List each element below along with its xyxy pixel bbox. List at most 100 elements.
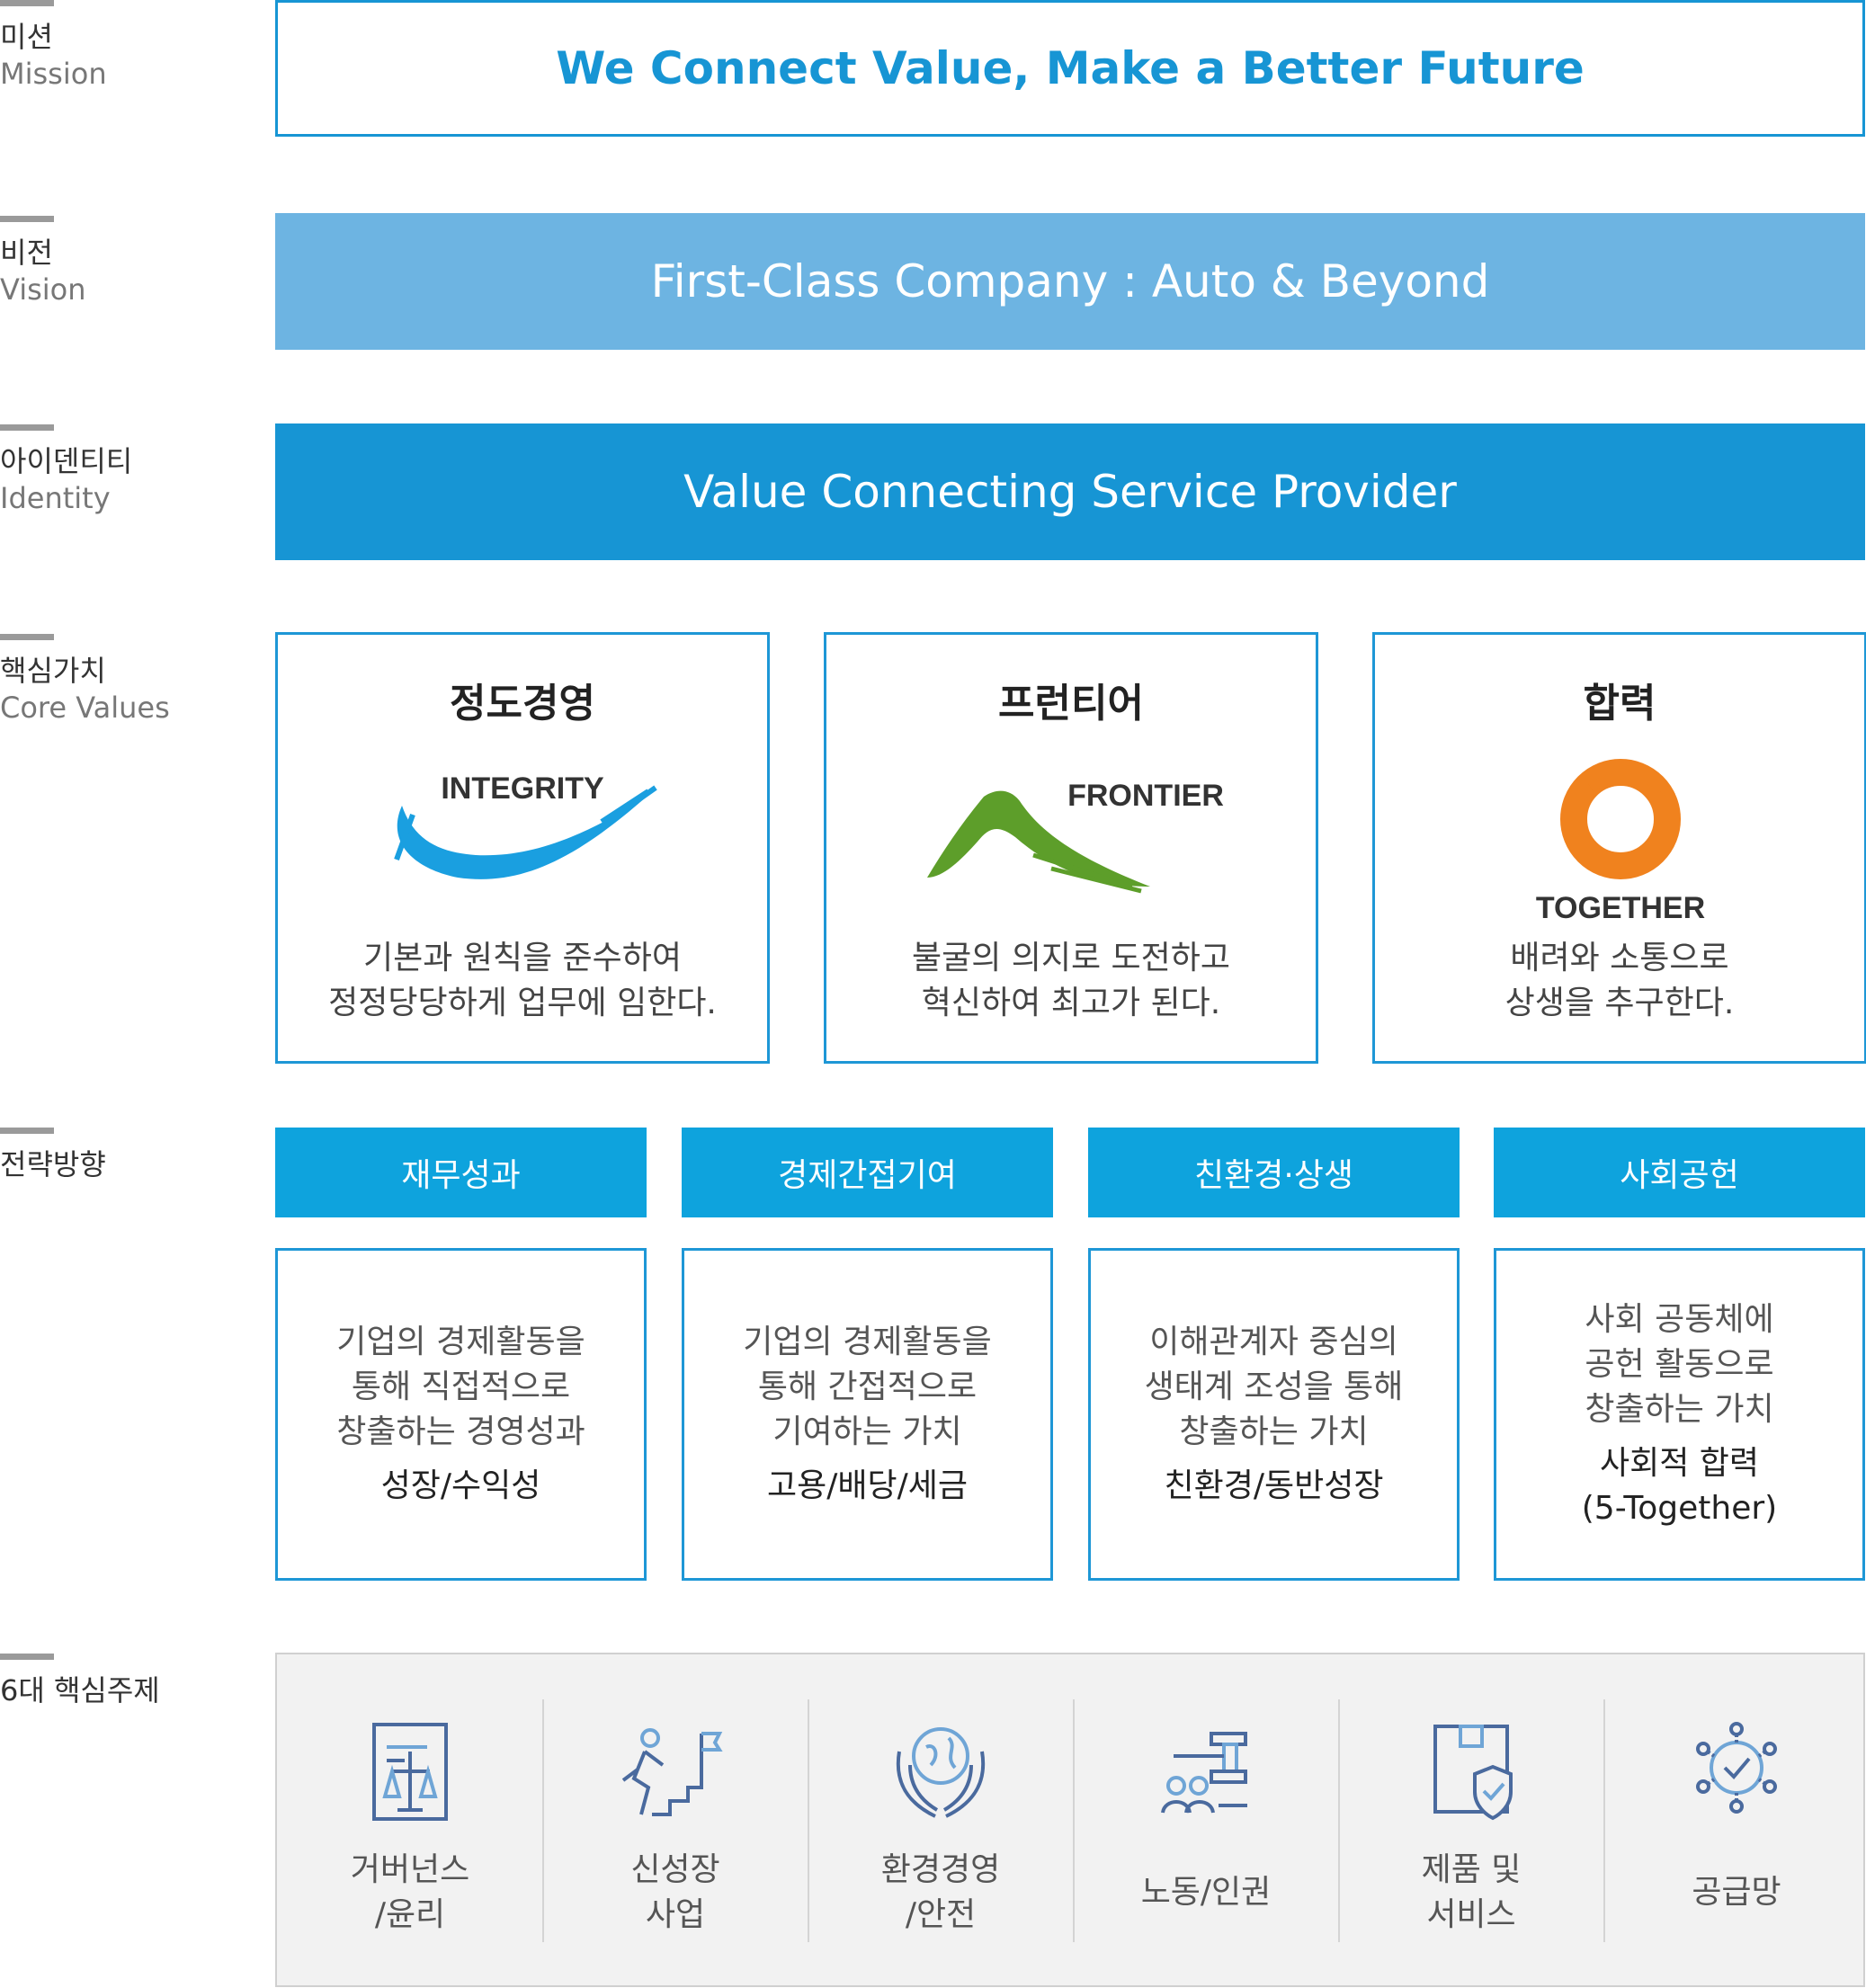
topic-label-line: 서비스 bbox=[1426, 1896, 1516, 1933]
core-value-title: 합력 bbox=[1583, 681, 1656, 727]
topic-labor-rights: 노동/인권 bbox=[1075, 1654, 1337, 1987]
row-label-identity: 아이덴티티 Identity bbox=[0, 424, 252, 517]
core-value-integrity: 정도경영 INTEGRITY 기본과 원칙을 준수하여 정정당당하게 업무에 임… bbox=[275, 632, 770, 1064]
strategy-key: 사회적 합력 (5-Together) bbox=[1582, 1441, 1777, 1531]
label-ko: 6대 핵심주제 bbox=[0, 1673, 160, 1707]
strategy-head-financial: 재무성과 bbox=[275, 1128, 647, 1217]
key-line: 성장/수익성 bbox=[380, 1467, 541, 1504]
core-value-title: 정도경영 bbox=[450, 681, 595, 727]
together-logo-text: TOGETHER bbox=[1536, 891, 1705, 925]
topic-label: 공급망 bbox=[1605, 1843, 1866, 1942]
label-en: Mission bbox=[0, 57, 107, 91]
network-check-icon bbox=[1605, 1716, 1866, 1832]
topic-environment: 환경경영 /안전 bbox=[809, 1654, 1072, 1987]
frontier-logo: FRONTIER bbox=[826, 752, 1316, 932]
integrity-logo: INTEGRITY bbox=[278, 752, 767, 932]
desc-line: 혁신하여 최고가 된다. bbox=[921, 985, 1221, 1021]
desc-line: 불굴의 의지로 도전하고 bbox=[911, 940, 1231, 976]
desc-line: 상생을 추구한다. bbox=[1504, 985, 1735, 1021]
strategy-desc: 사회 공동체에 공헌 활동으로 창출하는 가치 bbox=[1585, 1297, 1773, 1432]
key-line: 사회적 합력 bbox=[1599, 1445, 1760, 1482]
key-line: (5-Together) bbox=[1581, 1490, 1778, 1527]
core-value-desc: 불굴의 의지로 도전하고 혁신하여 최고가 된다. bbox=[826, 936, 1316, 1026]
strategy-desc: 기업의 경제활동을 통해 직접적으로 창출하는 경영성과 bbox=[336, 1320, 585, 1455]
label-ko: 미션 bbox=[0, 20, 53, 54]
core-value-together: 합력 TOGETHER 배려와 소통으로 상생을 추구한다. bbox=[1372, 632, 1866, 1064]
desc-line: 배려와 소통으로 bbox=[1510, 940, 1729, 976]
frontier-logo-text: FRONTIER bbox=[1067, 779, 1224, 813]
topic-label-line: 사업 bbox=[645, 1896, 706, 1933]
identity-banner: Value Connecting Service Provider bbox=[275, 423, 1865, 560]
desc-line: 기업의 경제활동을 bbox=[336, 1324, 585, 1360]
label-bar bbox=[0, 424, 54, 431]
row-label-vision: 비전 Vision bbox=[0, 216, 252, 308]
strategy-box-economic: 기업의 경제활동을 통해 간접적으로 기여하는 가치 고용/배당/세금 bbox=[682, 1248, 1053, 1581]
label-bar bbox=[0, 0, 54, 6]
strategy-key: 고용/배당/세금 bbox=[767, 1464, 968, 1509]
desc-line: 기업의 경제활동을 bbox=[743, 1324, 992, 1360]
label-en: Core Values bbox=[0, 691, 170, 725]
desc-line: 창출하는 경영성과 bbox=[336, 1413, 585, 1450]
integrity-logo-text: INTEGRITY bbox=[441, 771, 604, 806]
topic-new-growth: 신성장 사업 bbox=[544, 1654, 807, 1987]
desc-line: 창출하는 가치 bbox=[1585, 1391, 1774, 1428]
strategy-box-eco-coexist: 이해관계자 중심의 생태계 조성을 통해 창출하는 가치 친환경/동반성장 bbox=[1088, 1248, 1460, 1581]
desc-line: 통해 간접적으로 bbox=[757, 1368, 978, 1405]
core-topics-panel: 거버넌스 /윤리 신성장 사업 환경경영 /안전 노동/인권 제품 및 서비스 … bbox=[275, 1653, 1865, 1987]
label-bar bbox=[0, 1654, 54, 1660]
topic-label: 거버넌스 /윤리 bbox=[279, 1843, 541, 1942]
desc-line: 기여하는 가치 bbox=[772, 1413, 962, 1450]
people-gavel-icon bbox=[1075, 1716, 1337, 1832]
label-bar bbox=[0, 634, 54, 640]
growth-climb-flag-icon bbox=[544, 1716, 807, 1832]
label-bar bbox=[0, 216, 54, 222]
strategy-head-eco-coexist: 친환경·상생 bbox=[1088, 1128, 1460, 1217]
strategy-head-social: 사회공헌 bbox=[1494, 1128, 1865, 1217]
desc-line: 통해 직접적으로 bbox=[351, 1368, 571, 1405]
strategy-box-financial: 기업의 경제활동을 통해 직접적으로 창출하는 경영성과 성장/수익성 bbox=[275, 1248, 647, 1581]
topic-label: 노동/인권 bbox=[1075, 1843, 1337, 1942]
row-label-core-values: 핵심가치 Core Values bbox=[0, 634, 252, 727]
topic-products-services: 제품 및 서비스 bbox=[1340, 1654, 1603, 1987]
topic-label-line: 제품 및 bbox=[1421, 1851, 1522, 1888]
desc-line: 사회 공동체에 bbox=[1585, 1301, 1774, 1338]
topic-label: 제품 및 서비스 bbox=[1340, 1843, 1603, 1942]
topic-label: 환경경영 /안전 bbox=[809, 1843, 1072, 1942]
core-value-frontier: 프런티어 FRONTIER 불굴의 의지로 도전하고 혁신하여 최고가 된다. bbox=[824, 632, 1318, 1064]
topic-label-line: /윤리 bbox=[374, 1896, 446, 1933]
desc-line: 기본과 원칙을 준수하여 bbox=[362, 940, 683, 976]
key-line: 친환경/동반성장 bbox=[1164, 1467, 1384, 1504]
topic-label-line: 공급망 bbox=[1692, 1874, 1781, 1911]
topic-label-line: 환경경영 bbox=[880, 1851, 1001, 1888]
topic-governance: 거버넌스 /윤리 bbox=[279, 1654, 541, 1987]
strategy-desc: 이해관계자 중심의 생태계 조성을 통해 창출하는 가치 bbox=[1145, 1320, 1404, 1455]
topic-label-line: /안전 bbox=[905, 1896, 977, 1933]
mission-banner: We Connect Value, Make a Better Future bbox=[275, 0, 1865, 137]
label-ko: 전략방향 bbox=[0, 1147, 106, 1181]
label-bar bbox=[0, 1128, 54, 1134]
core-value-title: 프런티어 bbox=[998, 681, 1144, 727]
core-value-desc: 배려와 소통으로 상생을 추구한다. bbox=[1375, 936, 1864, 1026]
strategy-key: 친환경/동반성장 bbox=[1165, 1464, 1384, 1509]
topic-label: 신성장 사업 bbox=[544, 1843, 807, 1942]
topic-label-line: 신성장 bbox=[630, 1851, 720, 1888]
label-en: Identity bbox=[0, 481, 111, 515]
product-shield-icon bbox=[1340, 1716, 1603, 1832]
desc-line: 이해관계자 중심의 bbox=[1149, 1324, 1398, 1360]
strategy-head-economic: 경제간접기여 bbox=[682, 1128, 1053, 1217]
desc-line: 정정당당하게 업무에 임한다. bbox=[328, 985, 717, 1021]
label-ko: 아이덴티티 bbox=[0, 444, 133, 478]
key-line: 고용/배당/세금 bbox=[767, 1467, 968, 1504]
row-label-strategy: 전략방향 bbox=[0, 1128, 252, 1182]
vision-banner: First-Class Company : Auto & Beyond bbox=[275, 213, 1865, 350]
label-en: Vision bbox=[0, 272, 86, 307]
row-label-mission: 미션 Mission bbox=[0, 0, 252, 93]
label-ko: 비전 bbox=[0, 236, 53, 270]
row-label-topics: 6대 핵심주제 bbox=[0, 1654, 252, 1708]
topic-label-line: 노동/인권 bbox=[1140, 1874, 1272, 1911]
desc-line: 창출하는 가치 bbox=[1179, 1413, 1369, 1450]
globe-hands-icon bbox=[809, 1716, 1072, 1832]
governance-scale-icon bbox=[279, 1716, 541, 1832]
strategy-key: 성장/수익성 bbox=[381, 1464, 541, 1509]
label-ko: 핵심가치 bbox=[0, 654, 106, 688]
